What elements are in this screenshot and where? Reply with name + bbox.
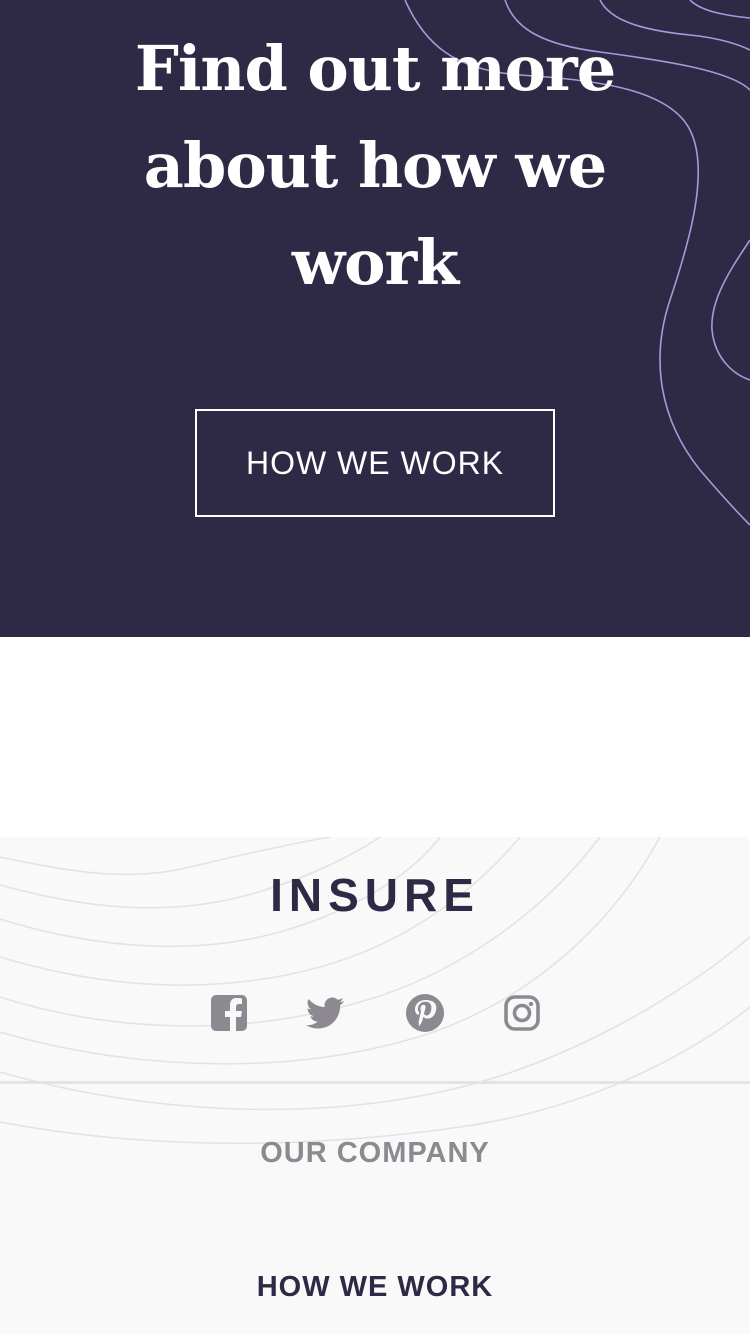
pinterest-icon[interactable] bbox=[405, 993, 445, 1033]
social-links bbox=[0, 993, 750, 1033]
facebook-icon[interactable] bbox=[209, 993, 249, 1033]
footer-link-our-company[interactable]: OUR COMPANY bbox=[0, 1135, 750, 1171]
cta-heading: Find out more about how we work bbox=[134, 32, 616, 299]
page-footer: INSURE OUR COMPANY HOW WE WORK bbox=[0, 837, 750, 1334]
footer-link-how-we-work[interactable]: HOW WE WORK bbox=[0, 1269, 750, 1305]
cta-section: Find out more about how we work HOW WE W… bbox=[0, 0, 750, 637]
footer-divider bbox=[0, 1081, 750, 1084]
twitter-icon[interactable] bbox=[305, 993, 345, 1033]
how-we-work-button[interactable]: HOW WE WORK bbox=[195, 409, 555, 517]
blank-spacer bbox=[0, 637, 750, 837]
instagram-icon[interactable] bbox=[502, 993, 542, 1033]
insure-logo[interactable]: INSURE bbox=[0, 867, 750, 923]
